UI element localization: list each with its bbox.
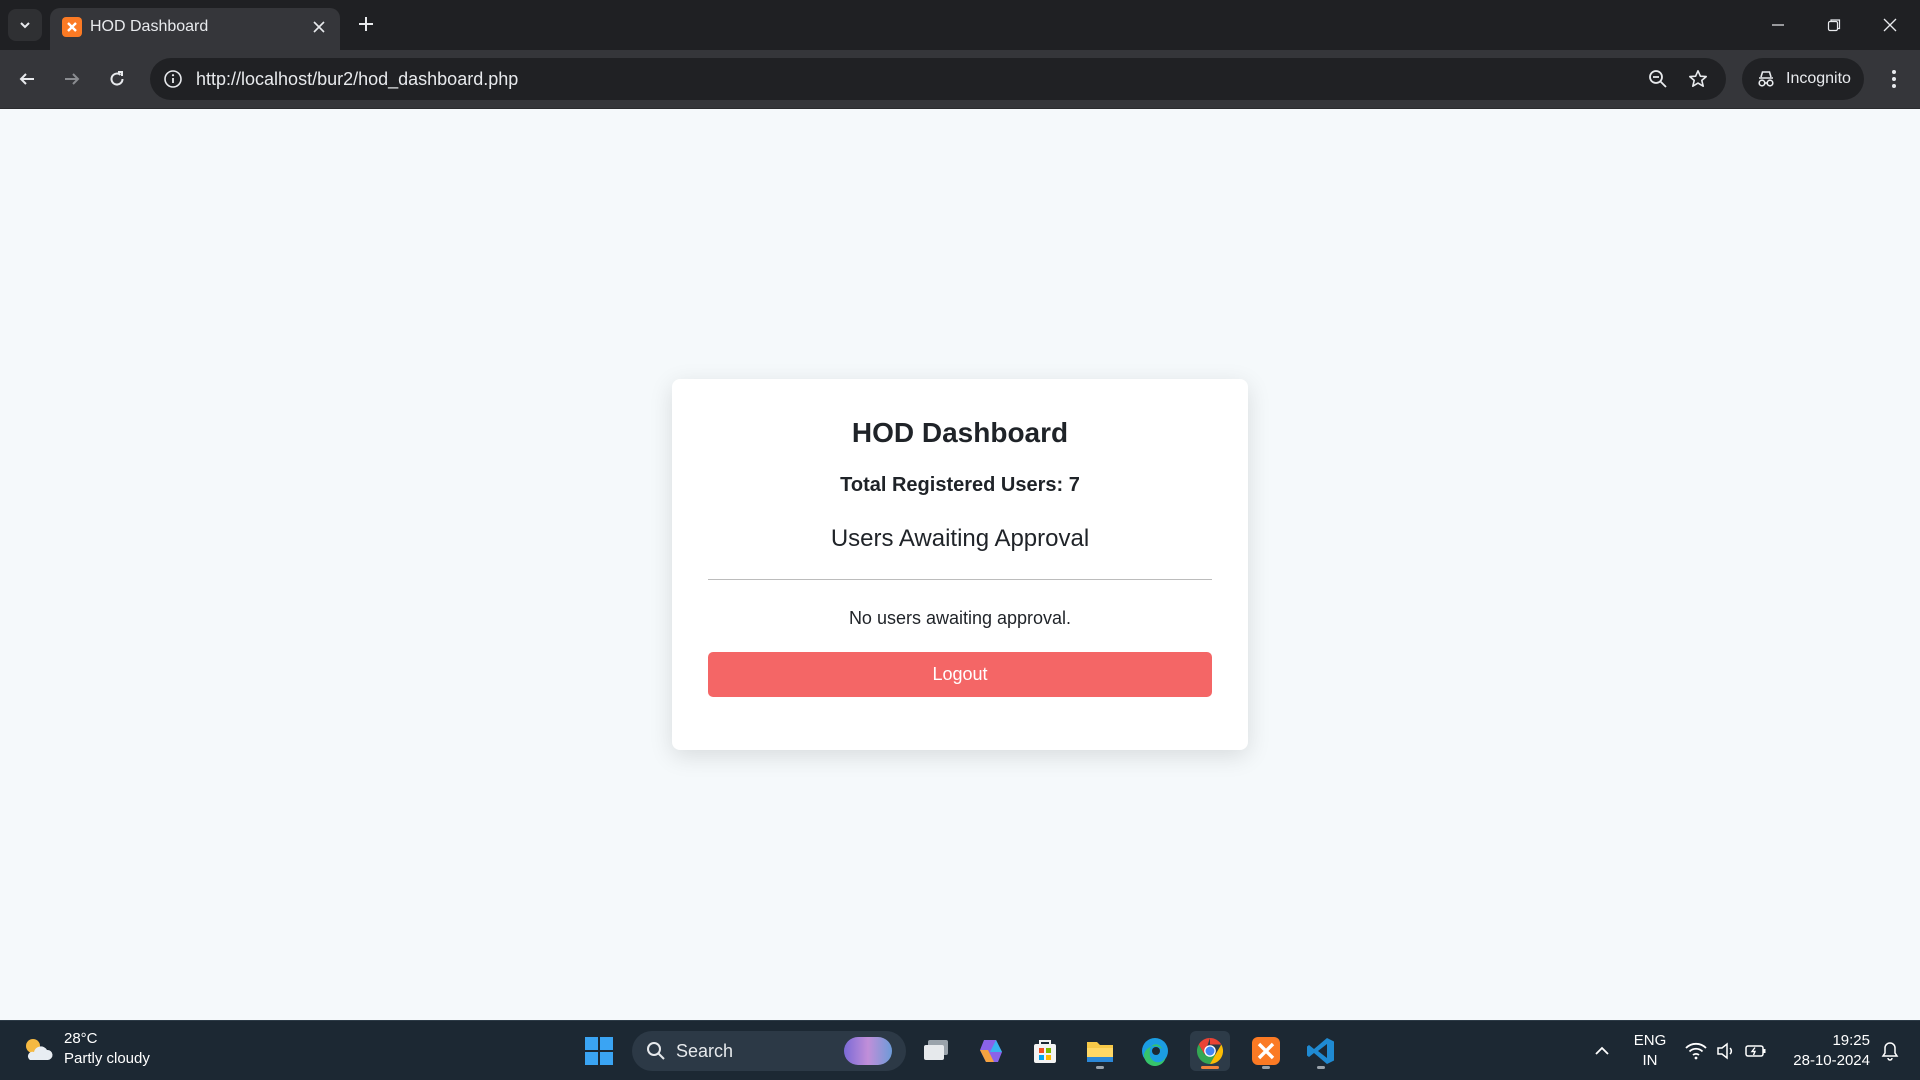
partly-cloudy-icon: [26, 1039, 53, 1060]
volume-button[interactable]: [1710, 1031, 1742, 1071]
close-icon: [313, 21, 325, 33]
running-indicator: [1317, 1066, 1325, 1069]
copilot-icon: [980, 1040, 1002, 1062]
search-highlight-image: [844, 1037, 892, 1065]
weather-temperature: 28°C: [64, 1030, 98, 1047]
notifications-button[interactable]: [1872, 1031, 1908, 1071]
restore-icon: [1827, 19, 1841, 32]
divider: [708, 579, 1212, 580]
edge-button[interactable]: [1135, 1031, 1175, 1071]
empty-state-message: No users awaiting approval.: [848, 608, 1072, 628]
weather-description: Partly cloudy: [64, 1050, 150, 1067]
language-indicator[interactable]: ENG IN: [1628, 1031, 1672, 1071]
browser-menu-button[interactable]: [1880, 64, 1908, 94]
forward-button[interactable]: [57, 64, 87, 94]
zoom-out-icon: [1649, 70, 1667, 88]
reload-button[interactable]: [102, 64, 132, 94]
logout-button[interactable]: Logout: [708, 652, 1212, 697]
search-label: Search: [676, 1040, 734, 1061]
site-info-icon[interactable]: [162, 68, 184, 90]
vscode-button[interactable]: [1301, 1031, 1341, 1071]
taskbar-search[interactable]: Search: [632, 1031, 906, 1071]
vscode-icon: [1307, 1038, 1334, 1064]
show-hidden-icons-button[interactable]: [1582, 1031, 1622, 1071]
edge-icon: [1142, 1038, 1168, 1066]
weather-widget[interactable]: 28°C Partly cloudy: [20, 1029, 150, 1069]
url-text[interactable]: http://localhost/bur2/hod_dashboard.php: [196, 69, 518, 90]
incognito-label: Incognito: [1786, 70, 1851, 87]
chevron-down-icon: [20, 22, 30, 29]
arrow-left-icon: [19, 73, 34, 85]
speaker-icon: [1717, 1042, 1733, 1060]
dashboard-card: HOD Dashboard Total Registered Users: 7 …: [672, 379, 1248, 750]
arrow-right-icon: [65, 73, 80, 85]
region-code: IN: [1642, 1052, 1658, 1069]
xampp-icon: [1252, 1037, 1280, 1065]
start-button[interactable]: [579, 1031, 619, 1071]
restore-button[interactable]: [1806, 0, 1862, 50]
incognito-badge[interactable]: Incognito: [1742, 58, 1864, 100]
active-indicator: [1201, 1066, 1219, 1069]
task-view-button[interactable]: [917, 1031, 957, 1071]
battery-charging-icon: [1745, 1045, 1766, 1057]
task-view-icon: [924, 1040, 948, 1060]
page-viewport: HOD Dashboard Total Registered Users: 7 …: [0, 109, 1920, 1020]
search-icon: [647, 1042, 665, 1060]
address-bar[interactable]: http://localhost/bur2/hod_dashboard.php: [150, 58, 1726, 100]
chrome-button[interactable]: [1190, 1031, 1230, 1071]
browser-tab-bar: HOD Dashboard: [0, 0, 1920, 50]
close-window-button[interactable]: [1862, 0, 1918, 50]
notification-bell-icon: [1881, 1042, 1899, 1061]
more-vertical-icon: [1892, 70, 1896, 88]
clock-date: 28-10-2024: [1793, 1052, 1870, 1069]
tab-search-button[interactable]: [8, 9, 42, 41]
close-icon: [1883, 18, 1897, 32]
minimize-button[interactable]: [1750, 0, 1806, 50]
incognito-icon: [1758, 71, 1774, 87]
chrome-icon: [1196, 1037, 1224, 1065]
plus-icon: [359, 17, 373, 31]
awaiting-approval-heading: Users Awaiting Approval: [830, 525, 1090, 552]
copilot-button[interactable]: [971, 1031, 1011, 1071]
xampp-favicon-icon: [62, 17, 82, 37]
clock-time: 19:25: [1832, 1032, 1870, 1049]
chevron-up-icon: [1595, 1046, 1609, 1055]
browser-toolbar: http://localhost/bur2/hod_dashboard.php …: [0, 50, 1920, 109]
clock[interactable]: 19:25 28-10-2024: [1778, 1031, 1870, 1071]
wifi-button[interactable]: [1680, 1031, 1712, 1071]
browser-tab[interactable]: HOD Dashboard: [50, 8, 340, 50]
back-button[interactable]: [12, 64, 42, 94]
store-icon: [1034, 1040, 1056, 1063]
file-explorer-button[interactable]: [1080, 1031, 1120, 1071]
bookmark-button[interactable]: [1686, 67, 1710, 91]
page-title: HOD Dashboard: [851, 417, 1069, 448]
xampp-button[interactable]: [1246, 1031, 1286, 1071]
tab-close-button[interactable]: [306, 14, 332, 40]
windows-taskbar: 28°C Partly cloudy Search ENG IN 19:25 2…: [0, 1020, 1920, 1080]
language-code: ENG: [1633, 1032, 1667, 1049]
microsoft-store-button[interactable]: [1025, 1031, 1065, 1071]
running-indicator: [1262, 1066, 1270, 1069]
zoom-button[interactable]: [1646, 67, 1670, 91]
minimize-icon: [1772, 24, 1784, 26]
tab-title: HOD Dashboard: [90, 18, 209, 35]
star-icon: [1689, 70, 1707, 87]
new-tab-button[interactable]: [352, 10, 380, 38]
running-indicator: [1096, 1066, 1104, 1069]
folder-icon: [1087, 1042, 1113, 1062]
total-users-count: Total Registered Users: 7: [840, 474, 1080, 496]
wifi-icon: [1685, 1042, 1707, 1060]
battery-button[interactable]: [1740, 1031, 1772, 1071]
windows-logo-icon: [585, 1037, 613, 1065]
reload-icon: [110, 71, 124, 86]
